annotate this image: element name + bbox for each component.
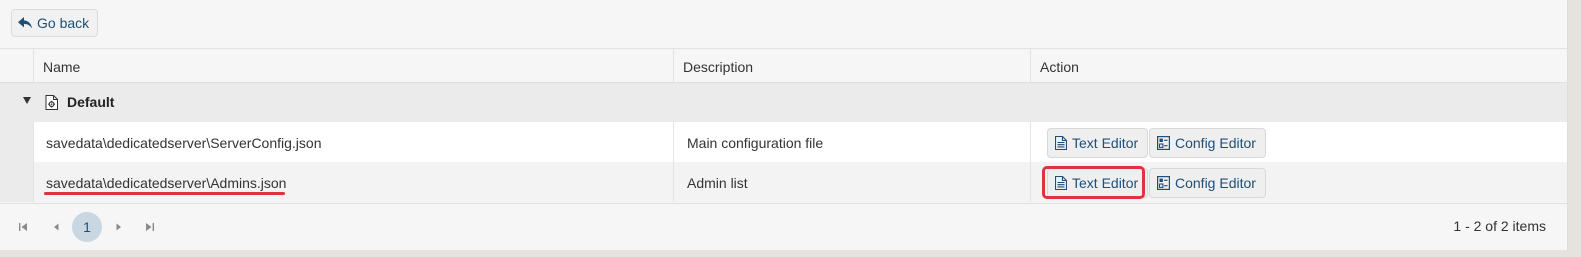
text-editor-button[interactable]: Text Editor <box>1047 168 1149 198</box>
group-row-default: Default <box>0 83 1567 122</box>
config-form-icon <box>1157 136 1170 150</box>
document-icon <box>1055 176 1067 190</box>
row-gutter <box>0 122 33 162</box>
toolbar: Go back <box>0 0 1567 49</box>
last-page-icon[interactable] <box>140 217 160 237</box>
description-cell: Admin list <box>673 162 1030 202</box>
arrow-back-icon <box>18 16 33 30</box>
collapse-arrow-icon[interactable] <box>23 97 31 104</box>
config-file-icon <box>45 95 58 113</box>
annotation-underline <box>44 192 285 195</box>
file-name-cell: savedata\dedicatedserver\Admins.json <box>33 162 673 202</box>
config-editor-button[interactable]: Config Editor <box>1149 168 1266 198</box>
column-header-description[interactable]: Description <box>673 49 1030 82</box>
action-cell: Text Editor Config Editor <box>1030 122 1567 162</box>
document-icon <box>1055 136 1067 150</box>
text-editor-label: Text Editor <box>1072 175 1139 191</box>
config-editor-label: Config Editor <box>1175 175 1256 191</box>
column-header-action[interactable]: Action <box>1030 49 1567 82</box>
first-page-icon[interactable] <box>13 217 33 237</box>
pager: 1 1 - 2 of 2 items <box>0 203 1567 250</box>
group-label: Default <box>67 94 115 110</box>
config-editor-label: Config Editor <box>1175 135 1256 151</box>
grid-header: Name Description Action <box>0 49 1567 83</box>
action-cell: Text Editor Config Editor <box>1030 162 1567 202</box>
config-form-icon <box>1157 176 1170 190</box>
next-page-icon[interactable] <box>109 217 129 237</box>
file-list-panel: Go back Name Description Action Default … <box>0 0 1568 250</box>
text-editor-label: Text Editor <box>1072 135 1139 151</box>
table-row[interactable]: savedata\dedicatedserver\Admins.json Adm… <box>0 162 1567 202</box>
previous-page-icon[interactable] <box>46 217 66 237</box>
current-page-button[interactable]: 1 <box>72 212 102 242</box>
header-gutter <box>0 49 33 82</box>
text-editor-button[interactable]: Text Editor <box>1047 128 1149 158</box>
column-header-name[interactable]: Name <box>33 49 673 82</box>
go-back-label: Go back <box>37 15 90 31</box>
pager-info: 1 - 2 of 2 items <box>1453 218 1546 234</box>
config-editor-button[interactable]: Config Editor <box>1149 128 1266 158</box>
file-name-cell: savedata\dedicatedserver\ServerConfig.js… <box>33 122 673 162</box>
row-gutter <box>0 162 33 202</box>
description-cell: Main configuration file <box>673 122 1030 162</box>
table-row[interactable]: savedata\dedicatedserver\ServerConfig.js… <box>0 122 1567 162</box>
go-back-button[interactable]: Go back <box>11 9 99 37</box>
